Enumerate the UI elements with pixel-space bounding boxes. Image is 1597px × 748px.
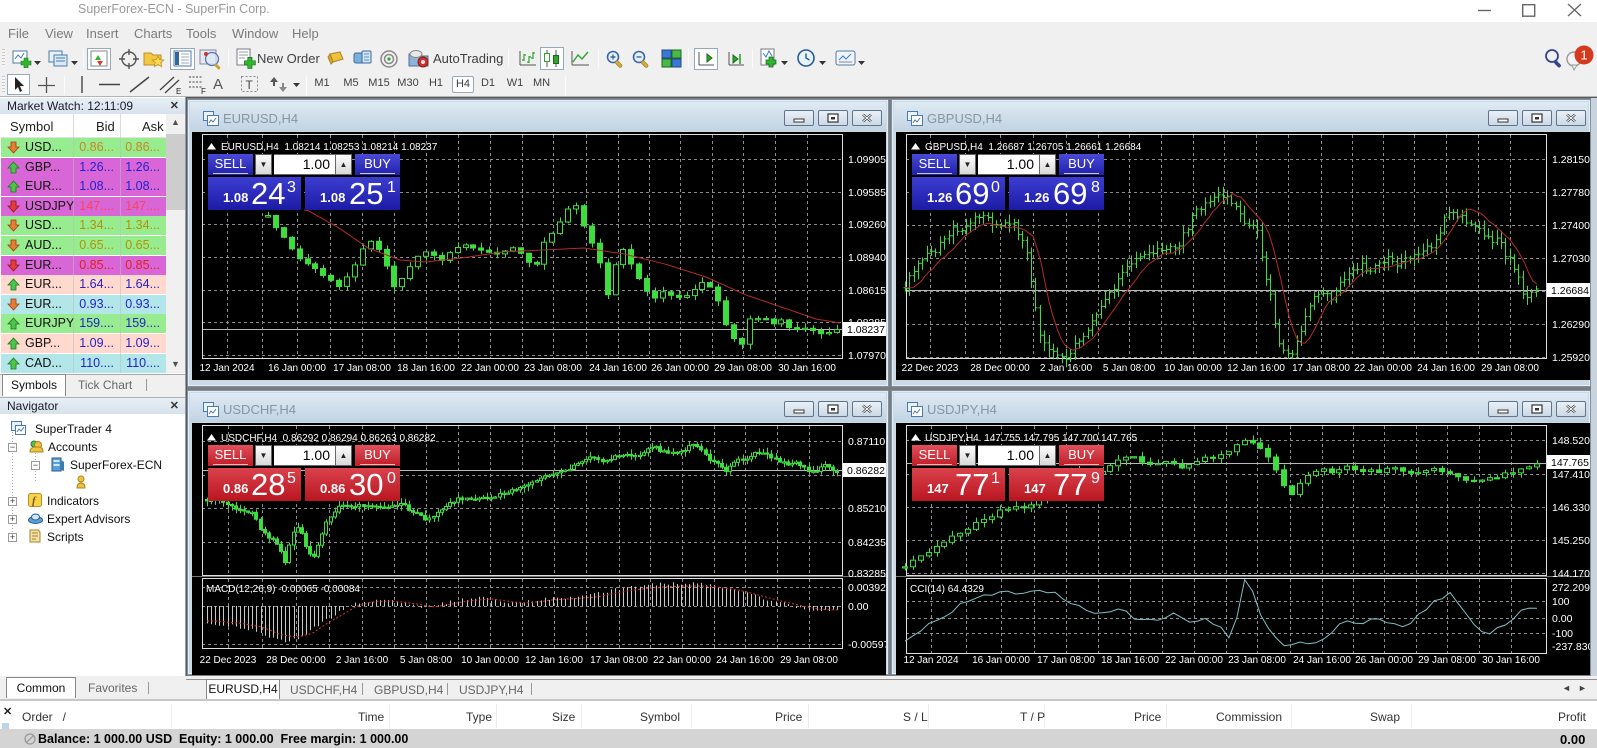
svg-text:24 Jan 16:00: 24 Jan 16:00 xyxy=(716,655,774,666)
svg-text:12 Jan 16:00: 12 Jan 16:00 xyxy=(1227,363,1285,374)
svg-text:22 Jan 00:00: 22 Jan 00:00 xyxy=(1165,655,1223,666)
svg-text:18 Jan 16:00: 18 Jan 16:00 xyxy=(1101,655,1159,666)
svg-text:1: 1 xyxy=(1580,48,1587,63)
svg-text:0.84235: 0.84235 xyxy=(848,537,886,549)
svg-text:-0.00597: -0.00597 xyxy=(848,639,886,651)
svg-text:0.00392: 0.00392 xyxy=(848,582,886,594)
svg-text:0.86282: 0.86282 xyxy=(847,465,885,477)
svg-text:26 Jan 00:00: 26 Jan 00:00 xyxy=(1355,655,1413,666)
svg-text:-237.830: -237.830 xyxy=(1552,641,1590,653)
svg-text:1.27780: 1.27780 xyxy=(1552,187,1590,199)
svg-text:1.27400: 1.27400 xyxy=(1552,220,1590,232)
svg-text:26 Jan 00:00: 26 Jan 00:00 xyxy=(651,363,709,374)
svg-text:100: 100 xyxy=(1552,596,1570,608)
svg-text:144.170: 144.170 xyxy=(1552,568,1590,580)
svg-text:0.83285: 0.83285 xyxy=(848,568,886,580)
svg-text:10 Jan 00:00: 10 Jan 00:00 xyxy=(1164,363,1222,374)
svg-text:24 Jan 16:00: 24 Jan 16:00 xyxy=(1417,363,1475,374)
svg-text:0.00: 0.00 xyxy=(1552,613,1573,625)
svg-text:22 Dec 2023: 22 Dec 2023 xyxy=(902,363,959,374)
svg-text:29 Jan 08:00: 29 Jan 08:00 xyxy=(1418,655,1476,666)
svg-text:28 Dec 00:00: 28 Dec 00:00 xyxy=(266,655,326,666)
svg-text:T: T xyxy=(246,78,254,92)
svg-text:EURUSD,H4 1.08214 1.08253 1.0: EURUSD,H4 1.08214 1.08253 1.08214 1.0823… xyxy=(221,142,438,153)
svg-text:12 Jan 16:00: 12 Jan 16:00 xyxy=(525,655,583,666)
svg-text:1.08237: 1.08237 xyxy=(847,324,885,336)
svg-text:USDJPY,H4 147.755 147.795 147: USDJPY,H4 147.755 147.795 147.700 147.76… xyxy=(925,433,1138,444)
svg-text:28 Dec 00:00: 28 Dec 00:00 xyxy=(970,363,1030,374)
svg-text:29 Jan 08:00: 29 Jan 08:00 xyxy=(1481,363,1539,374)
svg-text:23 Jan 08:00: 23 Jan 08:00 xyxy=(1228,655,1286,666)
svg-text:145.250: 145.250 xyxy=(1552,535,1590,547)
svg-text:1.08615: 1.08615 xyxy=(848,285,886,297)
svg-text:MACD(12,26,9) -0.00065 -0.0008: MACD(12,26,9) -0.00065 -0.00084 xyxy=(206,584,360,595)
svg-text:22 Dec 2023: 22 Dec 2023 xyxy=(200,655,257,666)
svg-text:GBPUSD,H4 1.26687 1.26705 1.2: GBPUSD,H4 1.26687 1.26705 1.26661 1.2668… xyxy=(925,142,1142,153)
svg-text:22 Jan 00:00: 22 Jan 00:00 xyxy=(653,655,711,666)
svg-text:18 Jan 16:00: 18 Jan 16:00 xyxy=(397,363,455,374)
svg-text:30 Jan 16:00: 30 Jan 16:00 xyxy=(1482,655,1540,666)
svg-text:29 Jan 08:00: 29 Jan 08:00 xyxy=(780,655,838,666)
svg-text:F: F xyxy=(201,87,206,95)
svg-text:1.07970: 1.07970 xyxy=(848,350,886,362)
svg-text:146.330: 146.330 xyxy=(1552,502,1590,514)
svg-text:17 Jan 08:00: 17 Jan 08:00 xyxy=(1037,655,1095,666)
svg-text:23 Jan 08:00: 23 Jan 08:00 xyxy=(524,363,582,374)
svg-text:147.765: 147.765 xyxy=(1551,457,1589,469)
svg-text:24 Jan 16:00: 24 Jan 16:00 xyxy=(1293,655,1351,666)
svg-text:5 Jan 08:00: 5 Jan 08:00 xyxy=(1103,363,1156,374)
svg-text:1.26684: 1.26684 xyxy=(1551,285,1589,297)
svg-text:1.28150: 1.28150 xyxy=(1552,154,1590,166)
svg-text:1.08940: 1.08940 xyxy=(848,252,886,264)
svg-text:148.520: 148.520 xyxy=(1552,435,1590,447)
svg-text:0.85210: 0.85210 xyxy=(848,503,886,515)
svg-text:17 Jan 08:00: 17 Jan 08:00 xyxy=(1292,363,1350,374)
svg-text:1.25920: 1.25920 xyxy=(1552,352,1590,364)
svg-text:1.26290: 1.26290 xyxy=(1552,319,1590,331)
svg-text:2 Jan 16:00: 2 Jan 16:00 xyxy=(336,655,389,666)
svg-text:17 Jan 08:00: 17 Jan 08:00 xyxy=(590,655,648,666)
svg-text:2 Jan 16:00: 2 Jan 16:00 xyxy=(1040,363,1093,374)
svg-text:24 Jan 16:00: 24 Jan 16:00 xyxy=(589,363,647,374)
svg-text:272.2092: 272.2092 xyxy=(1552,582,1590,594)
svg-text:12 Jan 2024: 12 Jan 2024 xyxy=(903,655,958,666)
svg-text:22 Jan 00:00: 22 Jan 00:00 xyxy=(1354,363,1412,374)
svg-text:1.09905: 1.09905 xyxy=(848,154,886,166)
svg-text:1.09260: 1.09260 xyxy=(848,219,886,231)
svg-text:12 Jan 2024: 12 Jan 2024 xyxy=(199,363,254,374)
svg-text:10 Jan 00:00: 10 Jan 00:00 xyxy=(461,655,519,666)
svg-text:22 Jan 00:00: 22 Jan 00:00 xyxy=(461,363,519,374)
svg-text:CCI(14) 64.4329: CCI(14) 64.4329 xyxy=(910,584,984,595)
svg-text:17 Jan 08:00: 17 Jan 08:00 xyxy=(333,363,391,374)
svg-text:30 Jan 16:00: 30 Jan 16:00 xyxy=(778,363,836,374)
svg-text:1.27030: 1.27030 xyxy=(1552,253,1590,265)
svg-text:E: E xyxy=(176,87,181,95)
svg-text:USDCHF,H4 0.86292 0.86294 0.8: USDCHF,H4 0.86292 0.86294 0.86263 0.8628… xyxy=(221,433,436,444)
svg-text:147.410: 147.410 xyxy=(1552,469,1590,481)
svg-text:0.87110: 0.87110 xyxy=(848,436,885,448)
svg-text:5 Jan 08:00: 5 Jan 08:00 xyxy=(400,655,453,666)
svg-text:16 Jan 00:00: 16 Jan 00:00 xyxy=(268,363,326,374)
svg-text:-100: -100 xyxy=(1552,628,1573,640)
svg-text:16 Jan 00:00: 16 Jan 00:00 xyxy=(972,655,1030,666)
svg-text:0.00: 0.00 xyxy=(848,601,869,613)
svg-text:1.09585: 1.09585 xyxy=(848,187,886,199)
svg-text:29 Jan 08:00: 29 Jan 08:00 xyxy=(714,363,772,374)
